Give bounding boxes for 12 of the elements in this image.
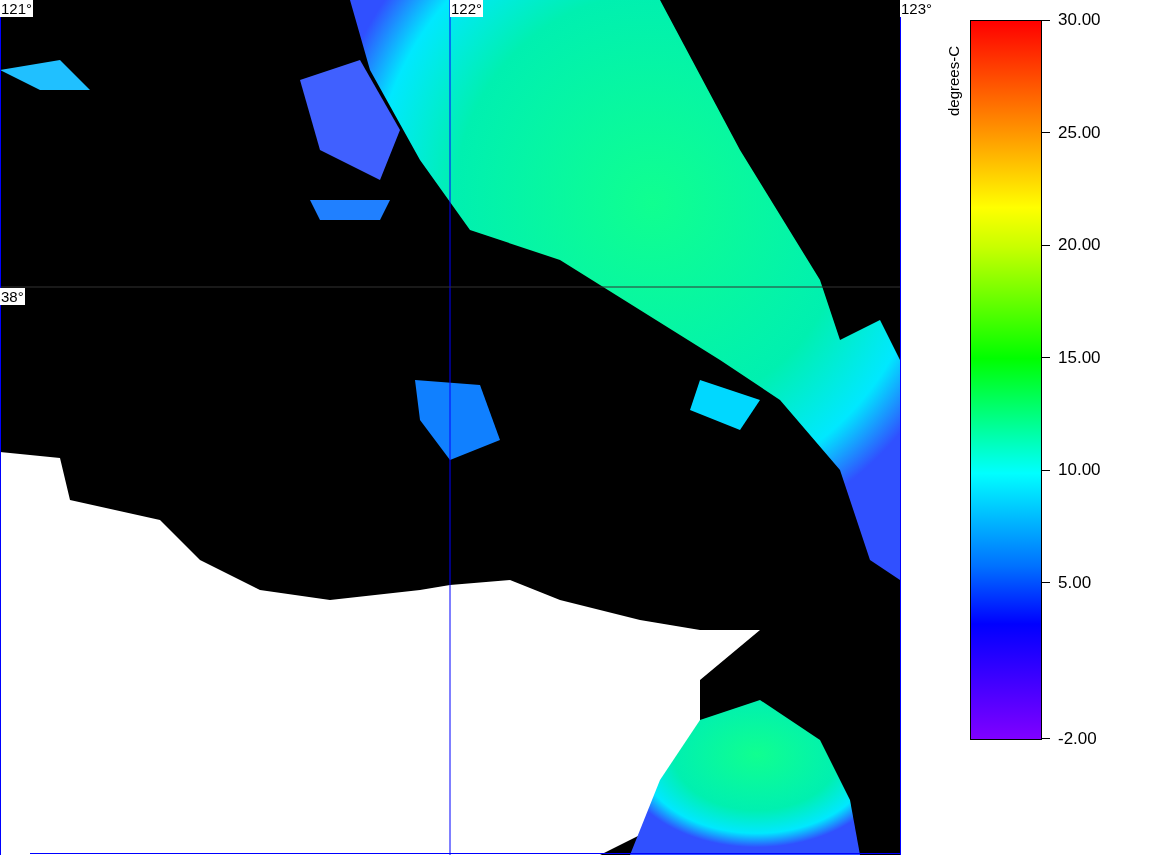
tick-label: 25.00 <box>1058 122 1101 143</box>
tick-label: -2.00 <box>1058 728 1097 749</box>
grid-label: 122° <box>450 0 484 17</box>
tick-label: 20.00 <box>1058 235 1101 256</box>
grid-label: 38° <box>0 288 25 305</box>
tick-label: 15.00 <box>1058 347 1101 368</box>
colorbar-title: degrees-C <box>945 45 962 116</box>
tick-label: 10.00 <box>1058 460 1101 481</box>
tick-label: 5.00 <box>1058 572 1092 593</box>
grid-label: 123° <box>900 0 934 17</box>
tick-label: 30.00 <box>1058 10 1101 30</box>
grid-label: 121° <box>0 0 34 17</box>
